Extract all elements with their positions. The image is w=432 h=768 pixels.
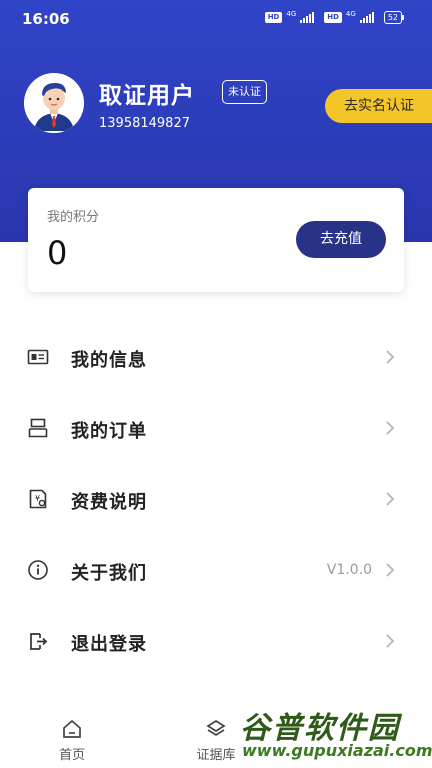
realname-verify-button[interactable]: 去实名认证 bbox=[325, 89, 432, 123]
network-type: 4G bbox=[286, 10, 297, 18]
chevron-right-icon bbox=[386, 421, 395, 435]
tab-home[interactable]: 首页 bbox=[32, 718, 112, 763]
points-label: 我的积分 bbox=[47, 210, 100, 225]
user-phone: 13958149827 bbox=[99, 116, 190, 131]
menu-item-label: 关于我们 bbox=[71, 563, 147, 584]
home-icon bbox=[63, 719, 81, 738]
watermark-url: www.gupuxiazai.com bbox=[242, 741, 432, 760]
watermark: 谷普软件园 www.gupuxiazai.com bbox=[236, 701, 432, 765]
menu-item-label: 我的订单 bbox=[71, 421, 147, 442]
chevron-right-icon bbox=[386, 492, 395, 506]
avatar-icon bbox=[24, 73, 84, 133]
menu-item-my-orders[interactable]: 我的订单 bbox=[0, 393, 432, 464]
network-type: 4G bbox=[345, 10, 356, 18]
menu-item-about-us[interactable]: 关于我们 V1.0.0 bbox=[0, 535, 432, 606]
signal-icon bbox=[300, 12, 315, 23]
id-card-icon bbox=[27, 349, 49, 365]
tab-label: 首页 bbox=[58, 748, 85, 763]
hd-icon: HD bbox=[324, 12, 342, 23]
chevron-right-icon bbox=[386, 563, 395, 577]
menu-item-fee-description[interactable]: ¥ 资费说明 bbox=[0, 464, 432, 535]
menu-item-label: 我的信息 bbox=[71, 350, 147, 371]
menu-item-label: 资费说明 bbox=[71, 492, 147, 513]
chevron-right-icon bbox=[386, 634, 395, 648]
tab-label: 证据库 bbox=[196, 748, 236, 763]
points-value: 0 bbox=[47, 234, 68, 272]
logout-icon bbox=[30, 633, 48, 650]
menu-item-logout[interactable]: 退出登录 bbox=[0, 606, 432, 677]
status-indicators: HD 4G HD 4G 52 bbox=[264, 10, 405, 24]
recharge-button[interactable]: 去充值 bbox=[296, 221, 386, 258]
certification-status-badge: 未认证 bbox=[222, 80, 267, 104]
signal-icon bbox=[359, 12, 374, 23]
status-time: 16:06 bbox=[22, 10, 70, 28]
user-name: 取证用户 bbox=[99, 83, 195, 109]
avatar[interactable] bbox=[24, 73, 84, 133]
menu-item-my-info[interactable]: 我的信息 bbox=[0, 322, 432, 393]
app-version: V1.0.0 bbox=[326, 562, 372, 578]
battery-icon: 52 bbox=[383, 11, 405, 24]
order-icon bbox=[28, 418, 48, 438]
status-bar: 16:06 HD 4G HD 4G 52 bbox=[0, 0, 432, 38]
hd-icon: HD bbox=[264, 12, 283, 23]
info-icon bbox=[28, 560, 48, 580]
fee-doc-icon: ¥ bbox=[29, 489, 47, 509]
layers-icon bbox=[206, 719, 226, 737]
menu-item-label: 退出登录 bbox=[71, 634, 147, 655]
chevron-right-icon bbox=[386, 350, 395, 364]
points-card: 我的积分 0 去充值 bbox=[28, 188, 404, 292]
